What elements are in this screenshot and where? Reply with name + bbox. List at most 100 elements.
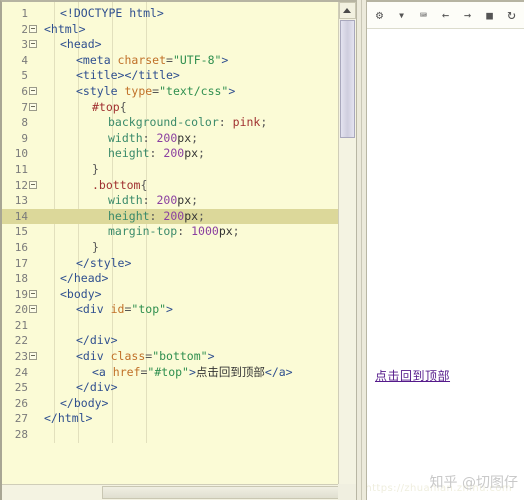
code-line[interactable]: 22 </div> — [2, 333, 338, 349]
line-number: 4 — [21, 53, 28, 67]
code-line[interactable]: 21 — [2, 318, 338, 334]
code-line[interactable]: 13 width: 200px; — [2, 193, 338, 209]
forward-arrow-icon[interactable]: → — [459, 7, 476, 24]
code-line[interactable]: 16} — [2, 240, 338, 256]
line-number: 14 — [14, 209, 28, 223]
code-text: <meta charset="UTF-8"> — [76, 52, 229, 67]
line-number: 21 — [14, 318, 28, 332]
code-line[interactable]: 12 .bottom{ — [2, 178, 338, 194]
fold-collapse-icon[interactable] — [28, 302, 38, 318]
editor-vertical-scrollbar[interactable] — [337, 2, 356, 484]
line-number: 2 — [21, 22, 28, 36]
line-number: 9 — [21, 131, 28, 145]
line-number: 10 — [14, 147, 28, 161]
refresh-icon[interactable]: ↻ — [503, 7, 520, 24]
line-number: 7 — [21, 100, 28, 114]
code-line[interactable]: 9 width: 200px; — [2, 131, 338, 147]
gear-icon[interactable]: ⚙ — [371, 7, 388, 24]
code-text: } — [92, 161, 99, 176]
code-line[interactable]: 8 background-color: pink; — [2, 115, 338, 131]
code-text: .bottom{ — [92, 177, 148, 192]
stop-icon[interactable]: ■ — [481, 7, 498, 24]
code-text: <div id="top"> — [76, 302, 173, 317]
code-line[interactable]: 2 <html> — [2, 22, 338, 38]
fold-collapse-icon[interactable] — [28, 22, 38, 38]
code-editor-viewport[interactable]: 1 <!DOCTYPE html> 2 <html> 3 <head> 4 <meta cha… — [2, 2, 338, 484]
code-text: width: 200px; — [108, 130, 199, 145]
code-text: } — [92, 239, 99, 254]
code-text: <title></title> — [76, 68, 180, 83]
line-number: 25 — [14, 381, 28, 395]
pane-splitter[interactable] — [355, 0, 367, 500]
scroll-up-button[interactable] — [338, 2, 356, 19]
code-line[interactable]: 6 <style type="text/css"> — [2, 84, 338, 100]
code-text: height: 200px; — [108, 208, 205, 223]
line-number: 8 — [21, 116, 28, 130]
preview-back-to-top-link[interactable]: 点击回到顶部 — [375, 367, 450, 384]
code-line[interactable]: 23 <div class="bottom"> — [2, 349, 338, 365]
fold-collapse-icon[interactable] — [28, 100, 38, 116]
preview-viewport[interactable]: 点击回到顶部 https://zhuanlan.zhihu.com 知乎 @切图… — [367, 29, 524, 500]
code-text: </div> — [76, 380, 118, 395]
line-number: 26 — [14, 396, 28, 410]
line-number: 17 — [14, 256, 28, 270]
code-line[interactable]: 4 <meta charset="UTF-8"> — [2, 53, 338, 69]
code-line[interactable]: 20 <div id="top"> — [2, 302, 338, 318]
line-number: 24 — [14, 365, 28, 379]
code-line[interactable]: 19 <body> — [2, 287, 338, 303]
code-line[interactable]: 15 margin-top: 1000px; — [2, 224, 338, 240]
code-text: </style> — [76, 255, 132, 270]
fold-collapse-icon[interactable] — [28, 349, 38, 365]
code-line[interactable]: 24 <a href="#top">点击回到顶部</a> — [2, 365, 338, 381]
code-line[interactable]: 14 height: 200px; — [2, 208, 338, 225]
console-icon[interactable]: ⌨ — [415, 7, 432, 24]
line-number: 12 — [14, 178, 28, 192]
fold-collapse-icon[interactable] — [28, 37, 38, 53]
code-line[interactable]: 18 </head> — [2, 271, 338, 287]
chevron-down-icon[interactable]: ▼ — [393, 7, 410, 24]
code-text: <html> — [44, 21, 86, 36]
code-line[interactable]: 5 <title></title> — [2, 68, 338, 84]
back-arrow-icon[interactable]: ← — [437, 7, 454, 24]
line-number: 18 — [14, 272, 28, 286]
code-line[interactable]: 28 — [2, 427, 338, 443]
code-line[interactable]: 27 </html> — [2, 411, 338, 427]
code-line[interactable]: 7 #top{ — [2, 100, 338, 116]
vertical-scrollbar-thumb[interactable] — [339, 20, 355, 138]
code-line[interactable]: 25 </div> — [2, 380, 338, 396]
line-number: 3 — [21, 38, 28, 52]
line-number: 13 — [14, 194, 28, 208]
code-text: margin-top: 1000px; — [108, 224, 240, 239]
code-text: <!DOCTYPE html> — [60, 6, 164, 20]
line-number: 16 — [14, 240, 28, 254]
code-text: </body> — [60, 395, 109, 410]
code-line[interactable]: 1 <!DOCTYPE html> — [2, 6, 338, 22]
ide-window: 1 <!DOCTYPE html> 2 <html> 3 <head> 4 <meta cha… — [0, 0, 524, 500]
code-text: </head> — [60, 271, 109, 286]
line-number: 11 — [14, 162, 28, 176]
line-number: 1 — [21, 7, 28, 20]
editor-horizontal-scrollbar[interactable] — [2, 484, 352, 500]
code-text: </div> — [76, 333, 118, 348]
line-number: 5 — [21, 69, 28, 83]
code-line[interactable]: 11} — [2, 162, 338, 178]
line-number: 27 — [14, 412, 28, 426]
code-text: </html> — [44, 411, 93, 426]
line-number: 28 — [14, 428, 28, 442]
fold-collapse-icon[interactable] — [28, 84, 38, 100]
code-text: height: 200px; — [108, 146, 205, 161]
code-line[interactable]: 17 </style> — [2, 256, 338, 272]
line-number: 6 — [21, 84, 28, 98]
preview-toolbar: ⚙ ▼ ⌨ ← → ■ ↻ — [367, 2, 524, 29]
code-line[interactable]: 10 height: 200px; — [2, 146, 338, 162]
fold-collapse-icon[interactable] — [28, 178, 38, 194]
browser-preview-pane: ⚙ ▼ ⌨ ← → ■ ↻ 点击回到顶部 https://zhuanlan.zhihu.co… — [367, 0, 524, 500]
zhihu-watermark: 知乎 @切图仔 — [429, 475, 518, 491]
code-editor-pane: 1 <!DOCTYPE html> 2 <html> 3 <head> 4 <meta cha… — [0, 0, 356, 500]
code-line[interactable]: 26 </body> — [2, 396, 338, 412]
code-line[interactable]: 3 <head> — [2, 37, 338, 53]
horizontal-scrollbar-thumb[interactable] — [102, 486, 352, 499]
code-text: <style type="text/css"> — [76, 83, 236, 98]
fold-collapse-icon[interactable] — [28, 287, 38, 303]
code-text-area[interactable]: 1 <!DOCTYPE html> 2 <html> 3 <head> 4 <meta cha… — [2, 2, 338, 443]
